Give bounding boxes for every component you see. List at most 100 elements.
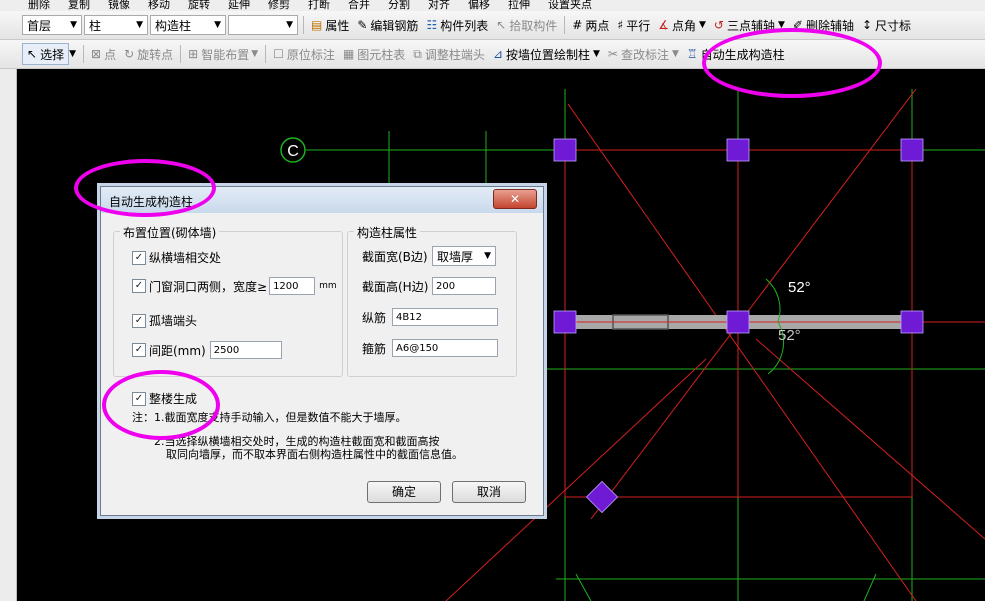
column-marker bbox=[726, 138, 750, 162]
option-isolated-wall[interactable]: ✓ 孤墙端头 bbox=[132, 312, 197, 329]
chevron-down-icon: ▼ bbox=[592, 49, 600, 59]
strip-tool[interactable]: 移动 bbox=[148, 0, 170, 11]
strip-tool[interactable]: 分割 bbox=[388, 0, 410, 11]
cancel-button[interactable]: 取消 bbox=[452, 481, 526, 503]
select-button[interactable]: ↖ 选择 bbox=[22, 43, 70, 65]
two-point-axis-button[interactable]: # 两点 bbox=[568, 14, 613, 36]
chevron-down-icon: ▼ bbox=[698, 20, 706, 30]
strip-tool[interactable]: 删除 bbox=[28, 0, 50, 11]
strip-tool[interactable]: 偏移 bbox=[468, 0, 490, 11]
point-icon: ⊠ bbox=[91, 47, 102, 61]
strip-tool[interactable]: 延伸 bbox=[228, 0, 250, 11]
checkbox-checked-icon[interactable]: ✓ bbox=[132, 279, 146, 293]
section-height-input[interactable]: 200 bbox=[432, 277, 496, 295]
pick-component-label: 拾取构件 bbox=[509, 18, 558, 33]
strip-tool[interactable]: 打断 bbox=[308, 0, 330, 11]
smart-layout-button[interactable]: ⊞ 智能布置 ▼ bbox=[184, 43, 262, 65]
edit-rebar-button[interactable]: ✎ 编辑钢筋 bbox=[353, 14, 422, 36]
diagonal-axis bbox=[567, 103, 917, 601]
note-line-3: 取同向墙厚，而不取本界面右侧构造柱属性中的截面信息值。 bbox=[166, 448, 463, 461]
chevron-down-icon: ▼ bbox=[214, 20, 221, 30]
parallel-label: 平行 bbox=[626, 18, 651, 33]
option-door-window[interactable]: ✓ 门窗洞口两侧，宽度≥ 1200 mm bbox=[132, 277, 337, 295]
option-cross-label: 纵横墙相交处 bbox=[149, 251, 222, 265]
type-value: 构造柱 bbox=[155, 18, 192, 33]
point-angle-button[interactable]: ∡ 点角 ▼ bbox=[654, 14, 710, 36]
angle-label: 52° bbox=[778, 327, 801, 344]
draw-by-wall-button[interactable]: ⊿ 按墙位置绘制柱 ▼ bbox=[489, 43, 604, 65]
chevron-down-icon[interactable]: ▼ bbox=[69, 49, 76, 59]
chevron-down-icon: ▼ bbox=[484, 251, 491, 261]
element-table-label: 图元柱表 bbox=[357, 47, 406, 62]
check-mark-button[interactable]: ✂ 查改标注 ▼ bbox=[604, 43, 683, 65]
stirrup-input[interactable]: A6@150 bbox=[392, 339, 498, 357]
highlight-ellipse bbox=[102, 370, 220, 440]
strip-tool[interactable]: 镜像 bbox=[108, 0, 130, 11]
door-width-unit: mm bbox=[319, 281, 337, 291]
auto-generate-column-dialog: 自动生成构造柱 ✕ 布置位置(砌体墙) ✓ 纵横墙相交处 ✓ 门窗洞口两侧，宽度≥ … bbox=[100, 186, 544, 516]
section-width-select[interactable]: 取墙厚 ▼ bbox=[432, 246, 496, 266]
strip-tool[interactable]: 合并 bbox=[348, 0, 370, 11]
note-line-2: 2.当选择纵横墙相交处时，生成的构造柱截面宽和截面高按 bbox=[154, 435, 440, 448]
close-icon: ✕ bbox=[509, 192, 521, 206]
left-gutter bbox=[0, 69, 17, 601]
adjust-icon: ⧉ bbox=[413, 46, 422, 61]
adjust-end-button[interactable]: ⧉ 调整柱端头 bbox=[409, 43, 489, 65]
column-marker bbox=[726, 310, 750, 334]
angle-icon: ∡ bbox=[658, 18, 669, 32]
pencil-icon: ✎ bbox=[357, 18, 368, 32]
strip-tool[interactable]: 设置夹点 bbox=[548, 0, 592, 11]
checkbox-checked-icon[interactable]: ✓ bbox=[132, 343, 146, 357]
toolbar-separator bbox=[83, 45, 84, 63]
cursor-icon: ↖ bbox=[27, 47, 38, 61]
chevron-down-icon: ▼ bbox=[136, 20, 143, 30]
element-table-button[interactable]: ▦ 图元柱表 bbox=[339, 43, 409, 65]
stirrup-row: 箍筋 A6@150 bbox=[362, 339, 498, 357]
ok-button[interactable]: 确定 bbox=[367, 481, 441, 503]
origin-mark-button[interactable]: ☐ 原位标注 bbox=[269, 43, 339, 65]
chevron-down-icon: ▼ bbox=[70, 20, 77, 30]
close-button[interactable]: ✕ bbox=[493, 189, 537, 209]
arc-axis-icon: ↺ bbox=[713, 18, 724, 32]
check-icon: ✂ bbox=[607, 47, 618, 61]
section-height-row: 截面高(H边) 200 bbox=[362, 277, 496, 295]
properties-button[interactable]: ▤ 属性 bbox=[307, 14, 353, 36]
option-cross-wall[interactable]: ✓ 纵横墙相交处 bbox=[132, 249, 221, 266]
axis-bubble-c: C bbox=[280, 137, 306, 163]
dimension-icon: ↕ bbox=[861, 18, 873, 32]
chevron-down-icon: ▼ bbox=[251, 49, 259, 59]
section-width-row: 截面宽(B边) 取墙厚 ▼ bbox=[362, 246, 496, 266]
rotate-point-button[interactable]: ↻ 旋转点 bbox=[120, 43, 177, 65]
longitudinal-rebar-input[interactable]: 4B12 bbox=[392, 308, 498, 326]
type-combo[interactable]: 构造柱 ▼ bbox=[150, 15, 226, 35]
column-marker bbox=[553, 138, 577, 162]
strip-tool[interactable]: 旋转 bbox=[188, 0, 210, 11]
spacing-input[interactable]: 2500 bbox=[209, 341, 282, 359]
floor-combo[interactable]: 首层 ▼ bbox=[22, 15, 82, 35]
highlight-ellipse bbox=[702, 28, 882, 98]
column-gen-icon: ♖ bbox=[686, 47, 698, 61]
longitudinal-rebar-row: 纵筋 4B12 bbox=[362, 308, 498, 326]
point-angle-label: 点角 bbox=[671, 18, 696, 33]
checkbox-checked-icon[interactable]: ✓ bbox=[132, 313, 146, 328]
strip-tool[interactable]: 复制 bbox=[68, 0, 90, 11]
adjust-end-label: 调整柱端头 bbox=[424, 47, 485, 62]
pick-component-button[interactable]: ↖ 拾取构件 bbox=[492, 14, 561, 36]
component-list-button[interactable]: ☷ 构件列表 bbox=[422, 14, 492, 36]
parallel-axis-button[interactable]: ♯ 平行 bbox=[613, 14, 654, 36]
component-combo[interactable]: ▼ bbox=[228, 15, 298, 35]
point-button[interactable]: ⊠ 点 bbox=[87, 43, 120, 65]
column-attributes-title: 构造柱属性 bbox=[354, 224, 421, 241]
strip-tool[interactable]: 拉伸 bbox=[508, 0, 530, 11]
category-combo[interactable]: 柱 ▼ bbox=[84, 15, 148, 35]
door-width-input[interactable]: 1200 bbox=[269, 277, 316, 295]
strip-tool[interactable]: 修剪 bbox=[268, 0, 290, 11]
table-icon: ▦ bbox=[342, 47, 355, 61]
strip-tool[interactable]: 对齐 bbox=[428, 0, 450, 11]
checkbox-checked-icon[interactable]: ✓ bbox=[132, 250, 146, 265]
dimension-button[interactable]: ↕ 尺寸标 bbox=[858, 14, 915, 36]
section-height-label: 截面高(H边) bbox=[362, 279, 429, 294]
mark-icon: ☐ bbox=[273, 47, 284, 61]
select-label: 选择 bbox=[40, 47, 65, 62]
option-spacing[interactable]: ✓ 间距(mm) 2500 bbox=[132, 341, 282, 359]
